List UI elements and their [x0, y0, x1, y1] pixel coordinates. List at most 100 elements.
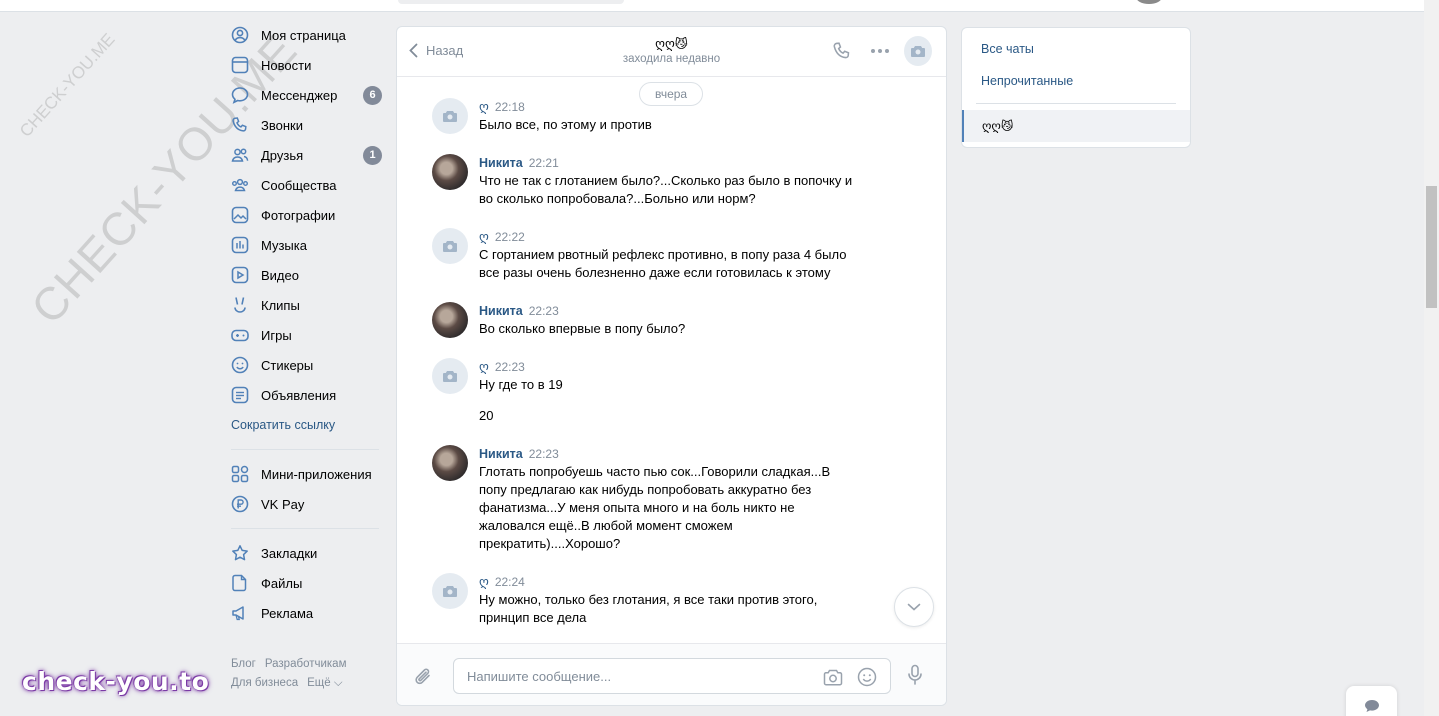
chevron-down-icon [907, 603, 921, 611]
footer-link-more[interactable]: Ещё ⌵ [307, 677, 342, 689]
page-scrollbar[interactable] [1424, 0, 1439, 716]
camera-icon [443, 370, 457, 382]
nav-item-label: Видео [261, 267, 299, 283]
footer-link-developers[interactable]: Разработчикам [265, 658, 347, 670]
nav-item-ads[interactable]: Реклама [228, 598, 388, 628]
stickers-icon [231, 356, 249, 374]
message-author[interactable]: ღ [479, 360, 489, 374]
more-icon[interactable] [866, 37, 894, 65]
nav-item-news[interactable]: Новости [228, 50, 388, 80]
selected-chat[interactable]: ღღ😼 [962, 110, 1190, 142]
chat-panel: Назад ღღ😼 заходила недавно вчера ღ 22:18 … [396, 26, 947, 706]
nav-item-photos[interactable]: Фотографии [228, 200, 388, 230]
friends-badge: 1 [363, 146, 382, 165]
message: Никита 22:23 Во сколько впервые в попу бы… [432, 302, 872, 338]
nav-item-label: Стикеры [261, 357, 314, 373]
messenger-icon [231, 86, 249, 104]
files-icon [231, 574, 249, 592]
message-input[interactable]: Напишите сообщение... [453, 658, 891, 694]
nav-item-stickers[interactable]: Стикеры [228, 350, 388, 380]
avatar[interactable] [432, 154, 468, 190]
nav-item-label: Музыка [261, 237, 307, 253]
chat-header: Назад ღღ😼 заходила недавно [397, 27, 946, 77]
message-time: 22:18 [494, 100, 525, 114]
message-author[interactable]: Никита [479, 156, 523, 170]
filter-all-chats[interactable]: Все чаты [962, 33, 1190, 65]
nav-item-clips[interactable]: Клипы [228, 290, 388, 320]
attach-icon[interactable] [414, 666, 434, 691]
nav-item-label: Звонки [261, 117, 303, 133]
nav-item-label: Реклама [261, 605, 314, 621]
clips-icon [231, 296, 249, 314]
nav-item-label: Клипы [261, 297, 300, 313]
message-time: 22:22 [494, 230, 525, 244]
message-text: Что не так с глотанием было?...Сколько р… [479, 173, 853, 206]
nav-item-games[interactable]: Игры [228, 320, 388, 350]
footer-link-business[interactable]: Для бизнеса [231, 677, 298, 689]
video-icon [231, 266, 249, 284]
nav-item-classifieds[interactable]: Объявления [228, 380, 388, 410]
photos-icon [231, 206, 249, 224]
nav-item-messenger[interactable]: Мессенджер 6 [228, 80, 388, 110]
message-time: 22:23 [528, 447, 559, 461]
nav-item-files[interactable]: Файлы [228, 568, 388, 598]
scrollbar-thumb[interactable] [1426, 186, 1437, 308]
nav-item-label: Друзья [261, 147, 304, 163]
scroll-down-button[interactable] [894, 587, 934, 627]
bookmark-icon [231, 544, 249, 562]
message-author[interactable]: Никита [479, 304, 523, 318]
left-nav: Моя страница Новости Мессенджер 6 Звонки… [228, 20, 388, 628]
nav-item-my-page[interactable]: Моя страница [228, 20, 388, 50]
avatar[interactable] [432, 358, 468, 394]
avatar[interactable] [432, 445, 468, 481]
unread-badge: 6 [363, 86, 382, 105]
avatar[interactable] [432, 573, 468, 609]
nav-item-label: Мини-приложения [261, 466, 372, 482]
microphone-icon[interactable] [907, 664, 923, 689]
nav-item-communities[interactable]: Сообщества [228, 170, 388, 200]
ads-icon [231, 604, 249, 622]
search-input[interactable] [398, 0, 624, 4]
nav-item-friends[interactable]: Друзья 1 [228, 140, 388, 170]
nav-divider [231, 528, 379, 529]
chat-bubble-icon [1364, 700, 1379, 712]
message-author[interactable]: ღ [479, 100, 489, 114]
message-author[interactable]: ღ [479, 575, 489, 589]
vkpay-icon [231, 495, 249, 513]
peer-avatar[interactable] [904, 36, 932, 66]
nav-item-mini-apps[interactable]: Мини-приложения [228, 459, 388, 489]
message-text: С гортанием рвотный рефлекс противно, в … [479, 247, 847, 280]
chats-popup-button[interactable] [1346, 686, 1397, 716]
brand-watermark: check-you.to [22, 667, 210, 696]
profile-avatar[interactable] [1136, 0, 1162, 4]
avatar[interactable] [432, 302, 468, 338]
nav-item-video[interactable]: Видео [228, 260, 388, 290]
avatar[interactable] [432, 228, 468, 264]
top-bar [0, 0, 1424, 12]
message: ღ 22:22 С гортанием рвотный рефлекс проти… [432, 228, 872, 282]
news-icon [231, 56, 249, 74]
nav-item-label: Новости [261, 57, 312, 73]
filter-unread[interactable]: Непрочитанные [962, 65, 1190, 97]
message: ღ 22:24 Ну можно, только без глотания, я … [432, 573, 872, 627]
music-icon [231, 236, 249, 254]
message-composer: Напишите сообщение... [397, 643, 946, 705]
shorten-link[interactable]: Сократить ссылку [228, 410, 388, 440]
nav-item-vkpay[interactable]: VK Pay [228, 489, 388, 519]
phone-icon [231, 116, 249, 134]
nav-item-label: VK Pay [261, 496, 305, 512]
nav-item-music[interactable]: Музыка [228, 230, 388, 260]
emoji-icon[interactable] [856, 666, 878, 688]
camera-icon[interactable] [822, 666, 844, 688]
message-author[interactable]: Никита [479, 447, 523, 461]
chat-filter-panel: Все чаты Непрочитанные ღღ😼 [961, 27, 1191, 148]
nav-item-bookmarks[interactable]: Закладки [228, 538, 388, 568]
watermark-small: CHECK-YOU.ME [16, 29, 119, 141]
footer-link-blog[interactable]: Блог [231, 658, 256, 670]
message-author[interactable]: ღ [479, 230, 489, 244]
nav-item-calls[interactable]: Звонки [228, 110, 388, 140]
call-icon[interactable] [828, 37, 856, 65]
message-time: 22:23 [494, 360, 525, 374]
avatar[interactable] [432, 98, 468, 134]
message-time: 22:21 [528, 156, 559, 170]
